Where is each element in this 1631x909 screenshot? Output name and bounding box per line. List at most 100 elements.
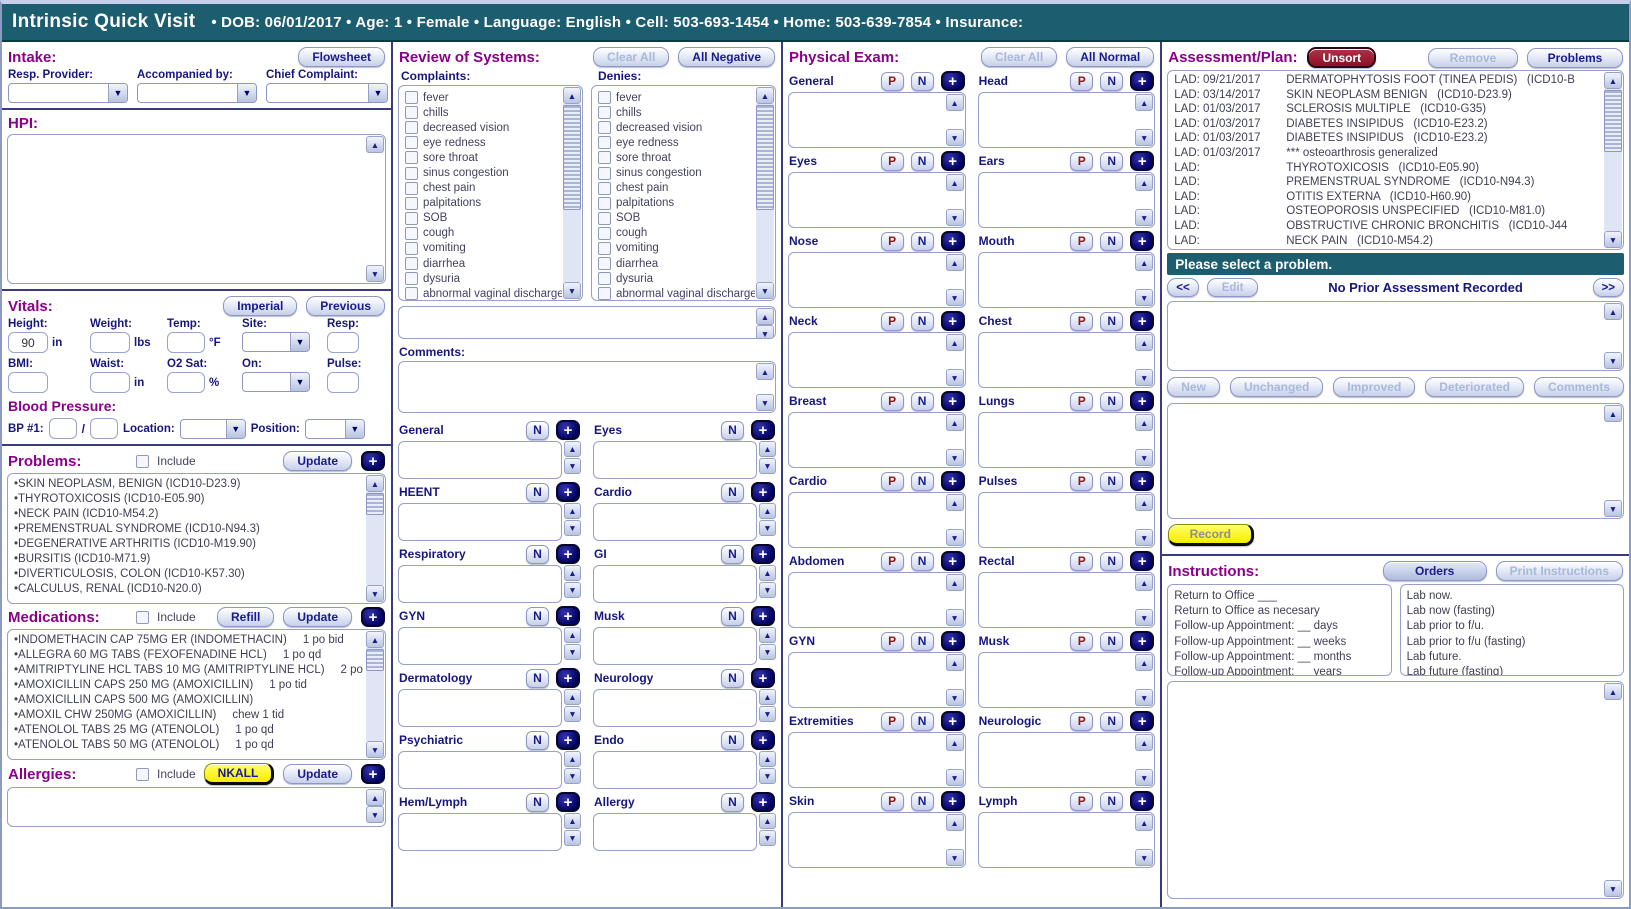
symptom-checkbox[interactable]	[405, 272, 418, 285]
assessment-row[interactable]: LAD: OTITIS EXTERNA (ICD10-H60.90)	[1174, 190, 1601, 205]
problems-include-checkbox[interactable]	[136, 455, 149, 468]
scrollbar[interactable]: ▲ ▼	[366, 475, 384, 602]
instruction-option[interactable]: Follow-up Appointment: __ weeks	[1174, 635, 1384, 650]
scroll-up-icon[interactable]: ▲	[946, 654, 964, 671]
normal-button[interactable]: N	[911, 232, 934, 251]
add-button[interactable]: +	[941, 791, 965, 811]
medication-item[interactable]: AMITRIPTYLINE HCL TABS 10 MG (AMITRIPTYL…	[14, 663, 363, 678]
spin-up-icon[interactable]: ▲	[759, 627, 776, 643]
positive-button[interactable]: P	[1070, 632, 1093, 651]
problem-item[interactable]: DIVERTICULOSIS, COLON (ICD10-K57.30)	[14, 567, 363, 582]
scroll-down-icon[interactable]: ▼	[1135, 849, 1153, 866]
spinner[interactable]: ▲ ▼	[759, 627, 776, 665]
scroll-down-icon[interactable]: ▼	[1135, 449, 1153, 466]
spinner[interactable]: ▲ ▼	[564, 565, 581, 603]
scroll-up-icon[interactable]: ▲	[1135, 94, 1153, 111]
assessment-row[interactable]: LAD: 01/03/2017 SCLEROSIS MULTIPLE (ICD1…	[1174, 102, 1601, 117]
spin-down-icon[interactable]: ▼	[564, 520, 581, 536]
add-button[interactable]: +	[1130, 151, 1154, 171]
add-button[interactable]: +	[1130, 471, 1154, 491]
problem-item[interactable]: THYROTOXICOSIS (ICD10-E05.90)	[14, 492, 363, 507]
bmi-input[interactable]	[8, 372, 48, 393]
add-button[interactable]: +	[751, 544, 775, 564]
scrollbar[interactable]: ▲ ▼	[1604, 405, 1622, 517]
spinner[interactable]: ▲ ▼	[759, 441, 776, 479]
scroll-down-icon[interactable]: ▼	[946, 689, 964, 706]
remove-button[interactable]: Remove	[1428, 48, 1518, 68]
spin-up-icon[interactable]: ▲	[759, 503, 776, 519]
scroll-down-icon[interactable]: ▼	[1135, 209, 1153, 226]
chevron-down-icon[interactable]: ▼	[290, 333, 309, 351]
complaint-item[interactable]: cough	[403, 226, 562, 241]
instruction-option[interactable]: Lab now.	[1407, 589, 1617, 604]
ros-category-text[interactable]	[593, 813, 757, 851]
status-button[interactable]: Unchanged	[1230, 377, 1323, 397]
assessment-row[interactable]: LAD: THYROTOXICOSIS (ICD10-E05.90)	[1174, 161, 1601, 176]
print-instructions-button[interactable]: Print Instructions	[1496, 561, 1623, 581]
ros-category-text[interactable]	[398, 441, 562, 479]
add-button[interactable]: +	[556, 606, 580, 626]
complaint-item[interactable]: palpitations	[403, 196, 562, 211]
assessment-entry-textarea[interactable]: ▲ ▼	[1167, 403, 1624, 519]
add-button[interactable]: +	[941, 471, 965, 491]
denies-item[interactable]: sore throat	[596, 150, 755, 165]
denies-item[interactable]: palpitations	[596, 196, 755, 211]
positive-button[interactable]: P	[881, 712, 904, 731]
scroll-down-icon[interactable]: ▼	[946, 449, 964, 466]
normal-button[interactable]: N	[721, 731, 744, 750]
add-button[interactable]: +	[941, 311, 965, 331]
scrollbar[interactable]: ▲ ▼	[946, 574, 964, 626]
symptom-checkbox[interactable]	[598, 182, 611, 195]
assessment-row[interactable]: LAD: 01/03/2017 *** osteoarthrosis gener…	[1174, 146, 1601, 161]
positive-button[interactable]: P	[1070, 792, 1093, 811]
bp-location-dropdown[interactable]: ▼	[180, 419, 246, 439]
assessment-row[interactable]: LAD: PREMENSTRUAL SYNDROME (ICD10-N94.3)	[1174, 175, 1601, 190]
scroll-up-icon[interactable]: ▲	[366, 789, 384, 806]
status-button[interactable]: Deteriorated	[1425, 377, 1524, 397]
symptom-checkbox[interactable]	[598, 121, 611, 134]
positive-button[interactable]: P	[1070, 72, 1093, 91]
scrollbar[interactable]: ▲ ▼	[946, 734, 964, 786]
temp-input[interactable]	[167, 332, 205, 353]
ros-category-text[interactable]	[398, 627, 562, 665]
previous-button[interactable]: Previous	[306, 296, 385, 316]
scrollbar[interactable]: ▲ ▼	[1135, 734, 1153, 786]
normal-button[interactable]: N	[721, 421, 744, 440]
scroll-up-icon[interactable]: ▲	[756, 363, 774, 380]
add-button[interactable]: +	[556, 792, 580, 812]
medication-item[interactable]: INDOMETHACIN CAP 75MG ER (INDOMETHACIN)1…	[14, 633, 363, 648]
denies-item[interactable]: diarrhea	[596, 256, 755, 271]
medication-item[interactable]: AMOXIL CHW 250MG (AMOXICILLIN)chew 1 tid	[14, 708, 363, 723]
complaint-item[interactable]: diarrhea	[403, 256, 562, 271]
pe-category-text[interactable]: ▲ ▼	[788, 332, 966, 388]
prev-problem-button[interactable]: <<	[1167, 278, 1198, 297]
add-button[interactable]: +	[751, 730, 775, 750]
scroll-up-icon[interactable]: ▲	[1604, 72, 1622, 89]
spin-down-icon[interactable]: ▼	[759, 768, 776, 784]
symptom-checkbox[interactable]	[598, 167, 611, 180]
complaint-item[interactable]: SOB	[403, 211, 562, 226]
scrollbar[interactable]: ▲ ▼	[1135, 174, 1153, 226]
positive-button[interactable]: P	[881, 792, 904, 811]
symptom-checkbox[interactable]	[598, 257, 611, 270]
problem-item[interactable]: DEGENERATIVE ARTHRITIS (ICD10-M19.90)	[14, 537, 363, 552]
instruction-option[interactable]: Return to Office ___	[1174, 589, 1384, 604]
spinner[interactable]: ▲ ▼	[564, 503, 581, 541]
scroll-down-icon[interactable]: ▼	[366, 585, 384, 602]
add-button[interactable]: +	[1130, 71, 1154, 91]
pe-category-text[interactable]: ▲ ▼	[978, 412, 1156, 468]
denies-item[interactable]: vomiting	[596, 241, 755, 256]
scrollbar[interactable]: ▲ ▼	[946, 654, 964, 706]
symptom-checkbox[interactable]	[405, 197, 418, 210]
chevron-down-icon[interactable]: ▼	[290, 373, 309, 391]
scrollbar[interactable]: ▲ ▼	[946, 814, 964, 866]
medications-add-button[interactable]: +	[361, 607, 385, 627]
chevron-down-icon[interactable]: ▼	[108, 84, 127, 102]
scroll-up-icon[interactable]: ▲	[946, 334, 964, 351]
chevron-down-icon[interactable]: ▼	[237, 84, 256, 102]
scroll-up-icon[interactable]: ▲	[1135, 334, 1153, 351]
assessment-list[interactable]: LAD: 09/21/2017 DERMATOPHYTOSIS FOOT (TI…	[1167, 70, 1624, 250]
problems-list[interactable]: SKIN NEOPLASM, BENIGN (ICD10-D23.9)THYRO…	[7, 473, 386, 604]
pe-category-text[interactable]: ▲ ▼	[978, 572, 1156, 628]
pe-category-text[interactable]: ▲ ▼	[788, 812, 966, 868]
